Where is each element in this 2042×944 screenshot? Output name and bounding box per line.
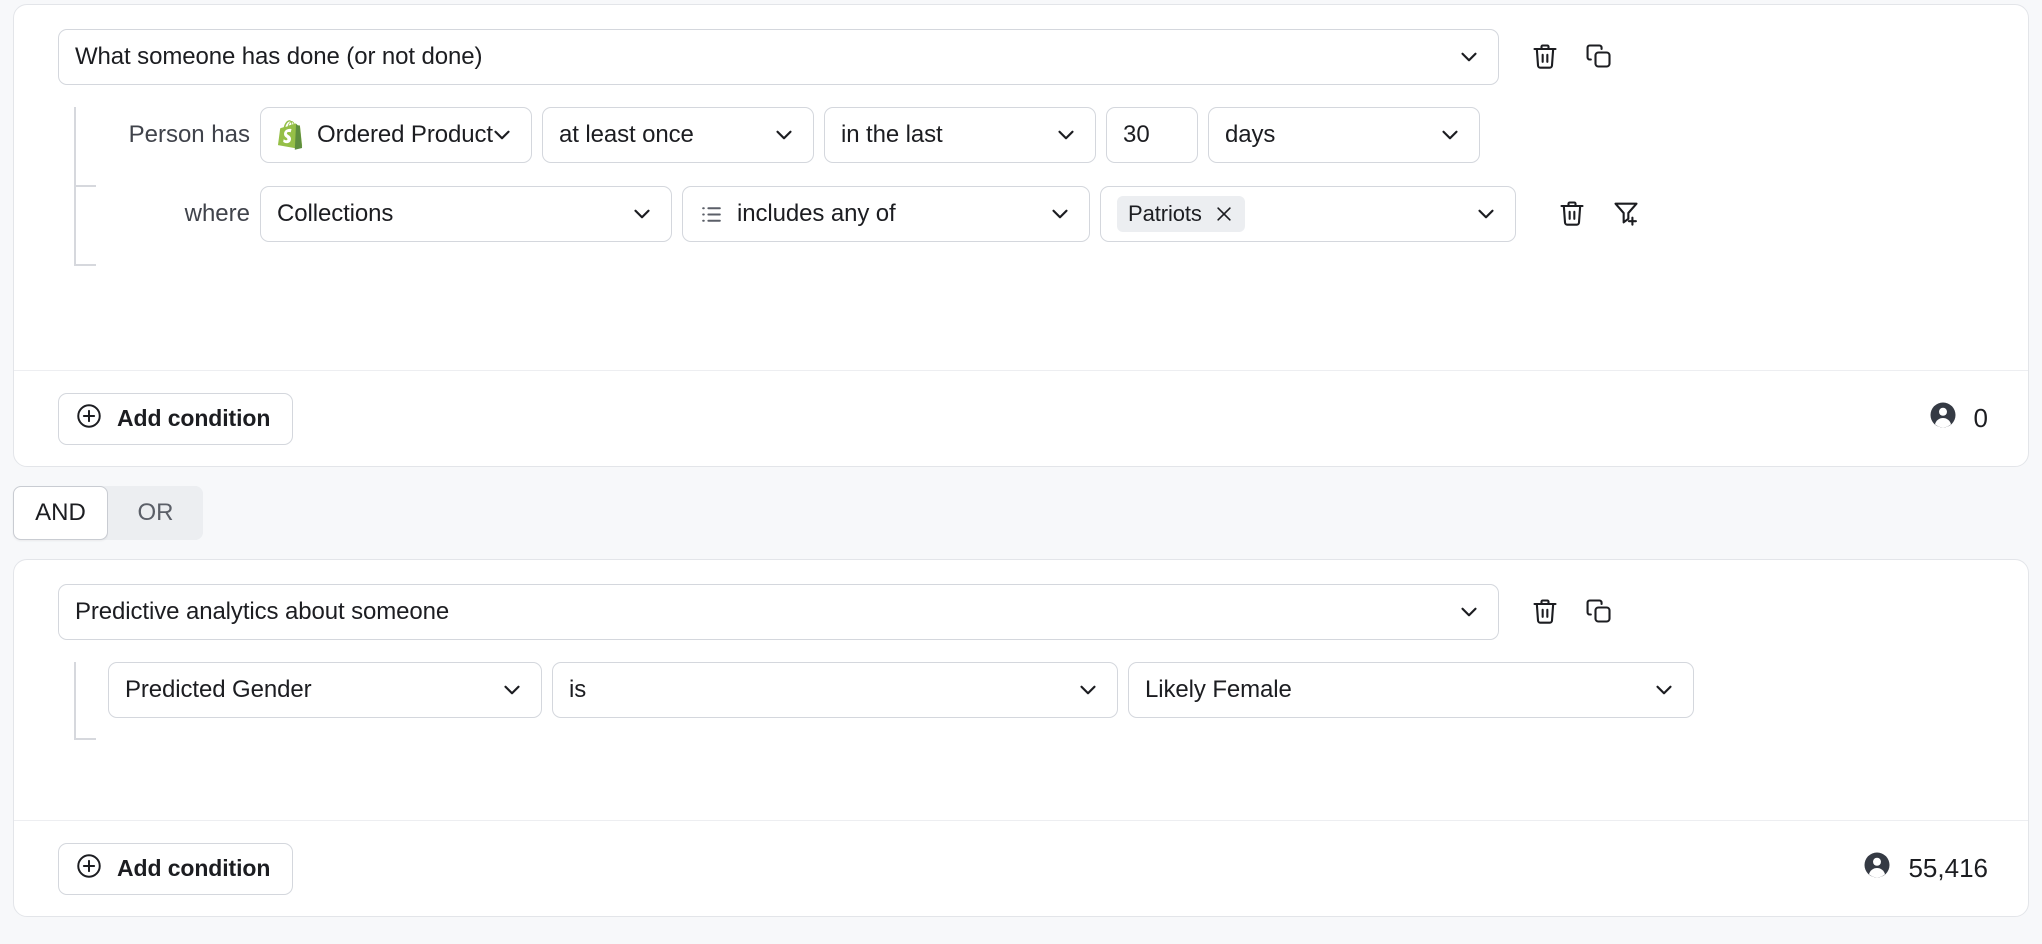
add-condition-button[interactable]: Add condition (58, 393, 293, 445)
duplicate-group-button[interactable] (1577, 590, 1621, 634)
group-type-label: Predictive analytics about someone (75, 598, 489, 626)
tree-branch-stub (74, 264, 96, 266)
chevron-down-icon (1075, 677, 1101, 703)
chevron-down-icon (489, 122, 515, 148)
group-type-select[interactable]: Predictive analytics about someone (58, 584, 1499, 640)
attribute-label: Predicted Gender (125, 676, 352, 704)
close-icon[interactable] (1214, 204, 1234, 224)
audience-count: 55,416 (1862, 850, 1996, 887)
timeframe-select[interactable]: in the last (824, 107, 1096, 163)
group-type-select[interactable]: What someone has done (or not done) (58, 29, 1499, 85)
funnel-plus-icon (1612, 199, 1640, 230)
condition-group-body: What someone has done (or not done) (14, 5, 2028, 242)
group-footer: Add condition 55,416 (14, 820, 2028, 916)
duplicate-icon (1585, 597, 1613, 628)
chevron-down-icon (1473, 201, 1499, 227)
value-chip[interactable]: Patriots (1117, 196, 1245, 232)
plus-circle-icon (75, 852, 103, 886)
logic-option-or[interactable]: OR (108, 486, 203, 540)
logic-operator-toggle: AND OR (13, 486, 203, 540)
condition-row: where Collections includes any of (58, 186, 1998, 242)
chevron-down-icon (499, 677, 525, 703)
comparator-label: is (569, 676, 626, 704)
attribute-value-select[interactable]: Likely Female (1128, 662, 1694, 718)
value-select[interactable]: Patriots (1100, 186, 1516, 242)
condition-branch: Predicted Gender is Likely Female (58, 662, 1998, 718)
filter-row-actions (1550, 192, 1648, 236)
duplicate-group-button[interactable] (1577, 35, 1621, 79)
add-condition-label: Add condition (117, 405, 270, 432)
chevron-down-icon (1053, 122, 1079, 148)
plus-circle-icon (75, 402, 103, 436)
shopify-icon (277, 120, 305, 150)
chevron-down-icon (1047, 201, 1073, 227)
attribute-select[interactable]: Predicted Gender (108, 662, 542, 718)
trash-icon (1531, 42, 1559, 73)
list-icon (699, 202, 724, 227)
condition-group-card: What someone has done (or not done) (13, 4, 2029, 467)
duration-unit-select[interactable]: days (1208, 107, 1480, 163)
group-type-label: What someone has done (or not done) (75, 43, 522, 71)
duration-unit-label: days (1225, 121, 1315, 149)
add-condition-button[interactable]: Add condition (58, 843, 293, 895)
property-select[interactable]: Collections (260, 186, 672, 242)
duplicate-icon (1585, 42, 1613, 73)
add-condition-label: Add condition (117, 855, 270, 882)
audience-count: 0 (1928, 400, 1996, 437)
add-filter-button[interactable] (1604, 192, 1648, 236)
chevron-down-icon (1437, 122, 1463, 148)
frequency-label: at least once (559, 121, 734, 149)
group-header-actions (1523, 590, 1621, 634)
operator-select[interactable]: includes any of (682, 186, 1090, 242)
metric-select[interactable]: Ordered Product (260, 107, 532, 163)
comparator-select[interactable]: is (552, 662, 1118, 718)
frequency-select[interactable]: at least once (542, 107, 814, 163)
duration-input[interactable]: 30 (1106, 107, 1198, 163)
timeframe-label: in the last (841, 121, 983, 149)
person-icon (1862, 850, 1892, 887)
duration-value: 30 (1123, 121, 1150, 149)
row-label: where (98, 200, 250, 228)
condition-row: Predicted Gender is Likely Female (58, 662, 1998, 718)
logic-option-and[interactable]: AND (13, 486, 108, 540)
chevron-down-icon (1651, 677, 1677, 703)
audience-count-value: 55,416 (1908, 853, 1988, 884)
group-header-actions (1523, 35, 1621, 79)
group-header-row: What someone has done (or not done) (58, 29, 1998, 85)
condition-branch: Person has Ordered Product (58, 107, 1998, 242)
chevron-down-icon (1456, 599, 1482, 625)
chevron-down-icon (771, 122, 797, 148)
value-chip-label: Patriots (1128, 203, 1202, 225)
delete-group-button[interactable] (1523, 590, 1567, 634)
operator-label: includes any of (737, 200, 936, 228)
delete-group-button[interactable] (1523, 35, 1567, 79)
property-label: Collections (277, 200, 433, 228)
audience-count-value: 0 (1974, 403, 1988, 434)
attribute-value-label: Likely Female (1145, 676, 1332, 704)
segment-builder-page: What someone has done (or not done) (0, 4, 2042, 944)
group-header-row: Predictive analytics about someone (58, 584, 1998, 640)
chevron-down-icon (629, 201, 655, 227)
row-label: Person has (98, 121, 250, 149)
tree-branch-stub (74, 738, 96, 740)
delete-filter-button[interactable] (1550, 192, 1594, 236)
group-footer: Add condition 0 (14, 370, 2028, 466)
person-icon (1928, 400, 1958, 437)
condition-group-body: Predictive analytics about someone (14, 560, 2028, 718)
trash-icon (1558, 199, 1586, 230)
condition-group-card: Predictive analytics about someone (13, 559, 2029, 917)
trash-icon (1531, 597, 1559, 628)
chevron-down-icon (1456, 44, 1482, 70)
condition-row: Person has Ordered Product (58, 107, 1998, 163)
